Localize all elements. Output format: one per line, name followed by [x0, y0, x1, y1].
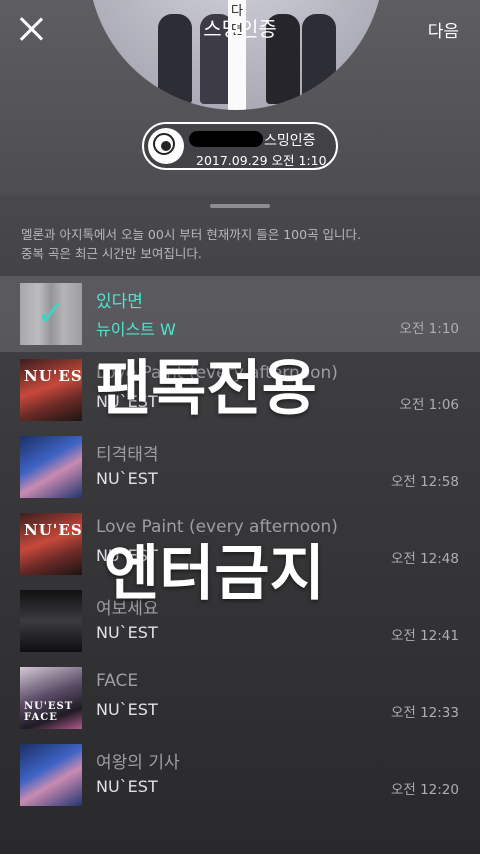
song-title: 있다면 [96, 292, 143, 312]
album-thumbnail [20, 744, 82, 806]
play-time: 오전 12:58 [390, 474, 459, 490]
sheet-drag-handle[interactable] [210, 204, 270, 208]
album-thumbnail: NU'EST [20, 359, 82, 421]
album-art-label: NU'EST [24, 367, 82, 385]
album-art [20, 590, 82, 652]
play-time: 오전 1:06 [399, 397, 459, 413]
next-button[interactable]: 다음 [428, 17, 459, 42]
album-art [20, 744, 82, 806]
song-artist: NU`EST [96, 469, 158, 488]
badge-label: 스밍인증 [264, 133, 316, 149]
info-text: 멜론과 아지톡에서 오늘 00시 부터 현재까지 들은 100곡 입니다. 중복… [21, 225, 471, 263]
album-thumbnail: NU'EST FACE [20, 667, 82, 729]
song-artist: NU`EST [96, 700, 158, 719]
streaming-verification-badge: 스밍인증 2017.09.29 오전 1:10 [142, 122, 338, 170]
album-art [20, 436, 82, 498]
record-icon [148, 128, 184, 164]
album-thumbnail: ✓ [20, 283, 82, 345]
song-artist: NU`EST [96, 623, 158, 642]
album-thumbnail: NU'EST [20, 513, 82, 575]
info-line: 멜론과 아지톡에서 오늘 00시 부터 현재까지 들은 100곡 입니다. [21, 227, 362, 242]
play-time: 오전 12:33 [390, 705, 459, 721]
redacted-name [189, 131, 263, 147]
page-title: 스밍인증 [203, 17, 277, 41]
album-thumbnail [20, 590, 82, 652]
song-title: FACE [96, 671, 139, 691]
song-title: 티격태격 [96, 445, 159, 465]
song-row[interactable]: NU'EST FACE FACE NU`EST 오전 12:33 [0, 660, 480, 736]
song-artist: NU`EST [96, 777, 158, 796]
watermark-line-1: 팬톡전용 [96, 354, 317, 424]
play-time: 오전 1:10 [399, 321, 459, 337]
song-title: 여왕의 기사 [96, 753, 180, 773]
song-row[interactable]: 티격태격 NU`EST 오전 12:58 [0, 429, 480, 505]
badge-datetime: 2017.09.29 오전 1:10 [196, 153, 327, 168]
play-time: 오전 12:48 [390, 551, 459, 567]
song-row[interactable]: 여왕의 기사 NU`EST 오전 12:20 [0, 737, 480, 813]
album-art-label: NU'EST FACE [24, 701, 74, 723]
play-time: 오전 12:20 [390, 782, 459, 798]
song-artist: 뉴이스트 W [96, 320, 176, 339]
album-thumbnail [20, 436, 82, 498]
watermark-line-2: 엔터금지 [104, 539, 325, 609]
checkmark-icon: ✓ [36, 294, 66, 334]
play-time: 오전 12:41 [390, 628, 459, 644]
selected-overlay: ✓ [20, 283, 82, 345]
info-line: 중복 곡은 최근 시간만 보여집니다. [21, 246, 202, 261]
album-hero: 다 면 스밍인증 다음 스밍인증 2017.09.29 오전 1:10 [0, 0, 480, 195]
album-art-label: NU'EST [24, 521, 82, 539]
